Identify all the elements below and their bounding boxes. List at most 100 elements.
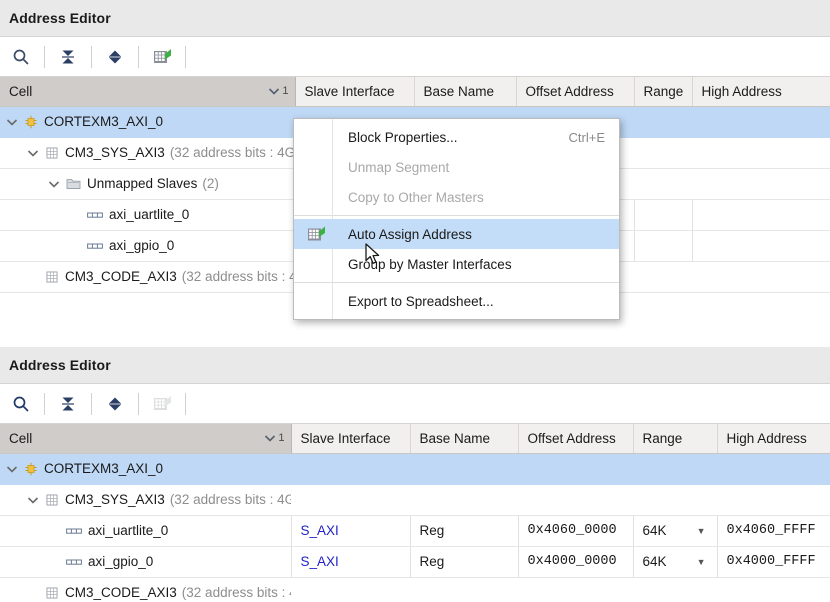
master-interface-icon: [24, 462, 38, 476]
chevron-down-icon: [27, 149, 39, 158]
cell-column-cell[interactable]: CM3_CODE_AXI3(32 address bits : 4G): [0, 577, 291, 602]
panel-title-bottom: Address Editor: [0, 347, 830, 383]
segment-icon: [87, 241, 103, 251]
search-button[interactable]: [3, 389, 39, 419]
segment-icon: [66, 526, 82, 536]
address-space-icon: [45, 146, 59, 160]
slave-interface-cell[interactable]: S_AXI: [291, 515, 410, 546]
offset-address-cell[interactable]: 0x4060_0000: [518, 515, 633, 546]
expander-toggle[interactable]: [6, 462, 20, 476]
column-header-base-name[interactable]: Base Name: [414, 77, 516, 106]
toolbar-separator: [44, 46, 45, 68]
range-cell: [633, 484, 717, 515]
column-header-label: Base Name: [420, 431, 491, 446]
cell-column-cell[interactable]: axi_gpio_0: [0, 230, 295, 261]
search-button[interactable]: [3, 42, 39, 72]
offset-address-cell: [518, 453, 633, 484]
cell-column-cell[interactable]: CM3_SYS_AXI3 (32 address bits : 4G): [0, 484, 291, 515]
column-header-slave-interface[interactable]: Slave Interface: [291, 424, 410, 453]
tree-node-detail: (32 address bits : 4G): [170, 492, 291, 507]
range-cell[interactable]: [634, 230, 692, 261]
column-header-slave-interface[interactable]: Slave Interface: [295, 77, 414, 106]
cell-column-cell[interactable]: CORTEXM3_AXI_0: [0, 453, 291, 484]
high-address-cell[interactable]: [692, 199, 830, 230]
context-menu-item: Unmap Segment: [294, 152, 619, 182]
toolbar-top: [0, 36, 830, 77]
segment-icon: [87, 210, 103, 220]
high-address-cell[interactable]: [692, 230, 830, 261]
column-header-base-name[interactable]: Base Name: [410, 424, 518, 453]
tree-node-label: CM3_SYS_AXI3: [65, 492, 165, 507]
auto-assign-address-button[interactable]: [144, 42, 180, 72]
slave-interface-link[interactable]: S_AXI: [301, 554, 339, 569]
range-cell: [634, 261, 692, 292]
cell-column-cell[interactable]: CM3_SYS_AXI3(32 address bits : 4G): [0, 137, 295, 168]
sort-indicator[interactable]: 1: [264, 432, 284, 444]
high-address-cell: [692, 261, 830, 292]
chevron-down-icon[interactable]: ▼: [697, 557, 706, 567]
table-row[interactable]: CM3_CODE_AXI3(32 address bits : 4G): [0, 577, 830, 602]
table-row[interactable]: CM3_SYS_AXI3 (32 address bits : 4G): [0, 484, 830, 515]
search-icon: [12, 395, 30, 413]
base-name-cell[interactable]: Reg: [410, 546, 518, 577]
toolbar-bottom: [0, 383, 830, 424]
slave-interface-cell[interactable]: S_AXI: [291, 546, 410, 577]
cell-column-cell[interactable]: Unmapped Slaves(2): [0, 168, 295, 199]
offset-address-cell-value: 0x4000_0000: [528, 554, 617, 569]
slave-interface-link[interactable]: S_AXI: [301, 523, 339, 538]
auto-assign-address-icon: [306, 225, 326, 244]
range-cell[interactable]: 64K ▼: [633, 546, 717, 577]
column-header-range[interactable]: Range: [633, 424, 717, 453]
collapse-all-button[interactable]: [50, 389, 86, 419]
offset-address-cell: [518, 577, 633, 602]
offset-address-cell[interactable]: 0x4000_0000: [518, 546, 633, 577]
cell-column-cell[interactable]: CM3_CODE_AXI3 (32 address bits : 4G): [0, 261, 295, 292]
cell-column-cell[interactable]: axi_uartlite_0: [0, 515, 291, 546]
context-menu-item[interactable]: Auto Assign Address: [294, 219, 619, 249]
high-address-cell[interactable]: 0x4060_FFFF: [717, 515, 830, 546]
chevron-down-icon[interactable]: ▼: [697, 526, 706, 536]
collapse-all-button[interactable]: [50, 42, 86, 72]
cell-column-cell[interactable]: axi_gpio_0: [0, 546, 291, 577]
expand-all-button[interactable]: [97, 389, 133, 419]
expander-toggle[interactable]: [27, 146, 41, 160]
search-icon: [12, 48, 30, 66]
context-menu-separator: [294, 215, 619, 216]
expand-all-button[interactable]: [97, 42, 133, 72]
expander-toggle[interactable]: [27, 493, 41, 507]
cell-column-cell[interactable]: CORTEXM3_AXI_0: [0, 106, 295, 137]
column-header-cell[interactable]: Cell 1: [0, 77, 295, 106]
cell-column-cell[interactable]: axi_uartlite_0: [0, 199, 295, 230]
range-value: 64K: [643, 554, 667, 569]
high-address-cell[interactable]: 0x4000_FFFF: [717, 546, 830, 577]
sort-indicator[interactable]: 1: [268, 85, 288, 97]
column-header-cell[interactable]: Cell 1: [0, 424, 291, 453]
table-row[interactable]: axi_uartlite_0 S_AXI Reg0x4060_000064K▼0x4…: [0, 515, 830, 546]
tree-node-detail: (32 address bits : 4G): [182, 269, 295, 284]
tree-node-label: Unmapped Slaves: [87, 176, 197, 191]
address-table-bottom: Cell 1 Slave Interface Base Name Offset …: [0, 424, 830, 602]
column-header-offset-address[interactable]: Offset Address: [518, 424, 633, 453]
column-header-label: High Address: [727, 431, 807, 446]
table-row[interactable]: axi_gpio_0 S_AXI Reg 0x4000_0000 64K ▼ 0x4000_…: [0, 546, 830, 577]
tree-node-label: CM3_CODE_AXI3: [65, 269, 177, 284]
context-menu-items: Block Properties...Ctrl+EUnmap SegmentCo…: [294, 122, 619, 316]
range-cell[interactable]: [634, 199, 692, 230]
column-header-high-address[interactable]: High Address: [717, 424, 830, 453]
expander-toggle[interactable]: [6, 115, 20, 129]
column-header-range[interactable]: Range: [634, 77, 692, 106]
panel-title-text: Address Editor: [9, 357, 111, 373]
tree-node-label: axi_gpio_0: [109, 238, 174, 253]
column-header-offset-address[interactable]: Offset Address: [516, 77, 634, 106]
range-cell[interactable]: 64K▼: [633, 515, 717, 546]
column-header-high-address[interactable]: High Address: [692, 77, 830, 106]
context-menu[interactable]: Block Properties...Ctrl+EUnmap SegmentCo…: [293, 118, 620, 320]
context-menu-item[interactable]: Block Properties...Ctrl+E: [294, 122, 619, 152]
context-menu-item[interactable]: Export to Spreadsheet...: [294, 286, 619, 316]
expander-toggle[interactable]: [48, 177, 62, 191]
context-menu-item[interactable]: Group by Master Interfaces: [294, 249, 619, 279]
table-row[interactable]: CORTEXM3_AXI_0: [0, 453, 830, 484]
sort-index-label: 1: [282, 85, 288, 97]
base-name-cell[interactable]: Reg: [410, 515, 518, 546]
auto-assign-address-icon: [152, 47, 172, 66]
